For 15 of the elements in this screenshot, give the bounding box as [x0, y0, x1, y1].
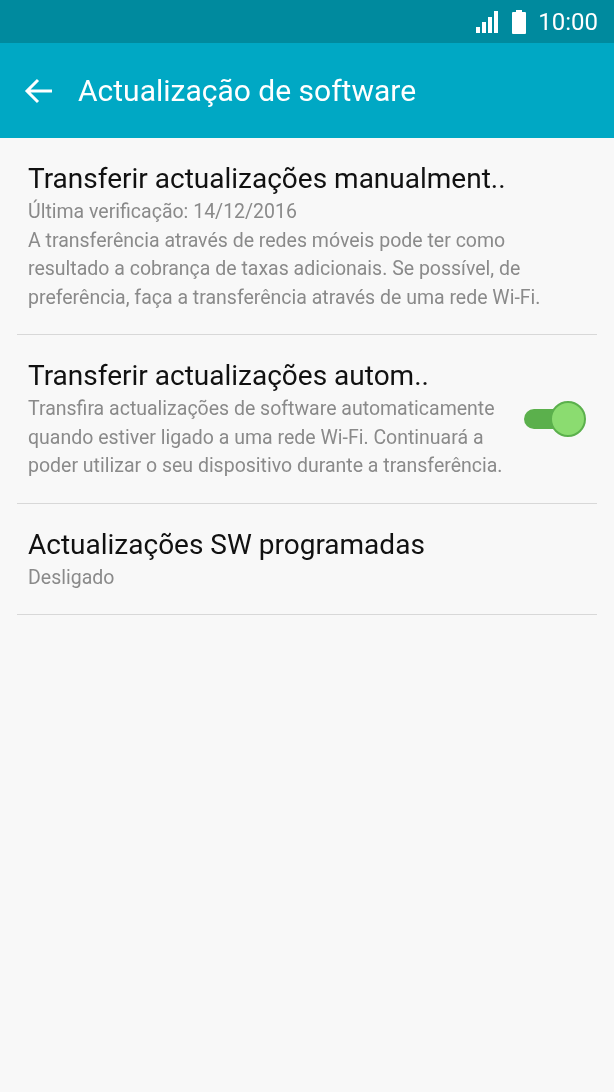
setting-title: Transferir actualizações autom..	[28, 358, 430, 394]
signal-icon	[476, 10, 501, 33]
battery-icon	[512, 9, 527, 34]
back-icon[interactable]	[24, 77, 54, 104]
setting-row[interactable]: Actualizações SW programadas Desligado	[17, 503, 597, 615]
setting-description: Última verificação: 14/12/2016	[28, 198, 298, 225]
toggle-switch[interactable]	[522, 399, 586, 438]
setting-title: Transferir actualizações manualment..	[28, 161, 507, 197]
screen-title: Actualização de software	[78, 72, 417, 110]
setting-description: Desligado	[28, 564, 116, 591]
setting-description: Transfira actualizações de software automaticamente quando estiver ligado a uma rede Wi-Fi. Continuará a poder utilizar o seu dispositivo durante a transferência.	[28, 396, 504, 479]
clock: 10:00	[538, 6, 598, 38]
setting-title: Actualizações SW programadas	[28, 526, 426, 563]
setting-row[interactable]: Transferir actualizações autom.. Transfira actualizações de software automaticamente quando estiver ligado a uma rede Wi-Fi. Continuará a poder utilizar o seu dispositivo durante a transferência.	[17, 335, 597, 504]
setting-description: A transferência através de redes móveis pode ter como resultado a cobrança de taxas adicionais. Se possível, de preferência, faça a transferência através de uma rede Wi-Fi.	[28, 227, 542, 311]
